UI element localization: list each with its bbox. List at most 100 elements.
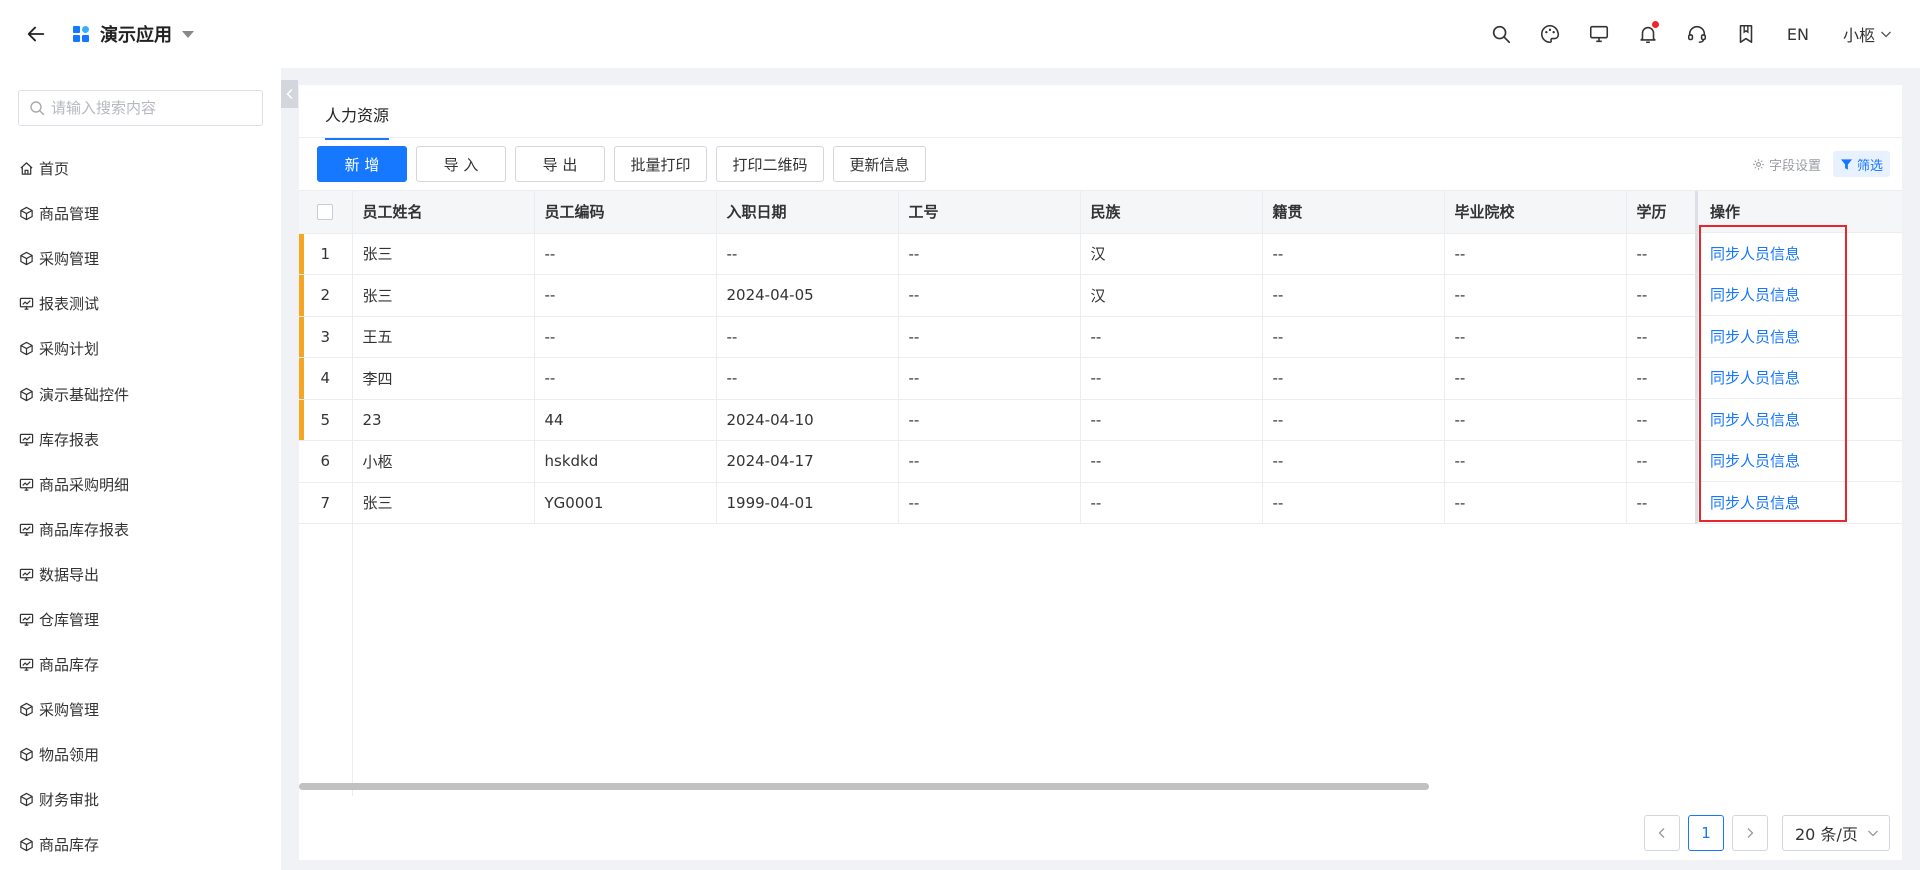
column-header[interactable]: 入职日期	[716, 191, 899, 234]
import-button[interactable]: 导 入	[416, 146, 506, 182]
sidebar-item[interactable]: 数据导出	[18, 552, 268, 597]
search-icon[interactable]	[1489, 22, 1513, 46]
column-header[interactable]: 工号	[898, 191, 1081, 234]
sidebar-search-input[interactable]	[51, 99, 251, 117]
sidebar-item-label: 报表测试	[39, 295, 100, 314]
sidebar-item[interactable]: 商品库存报表	[18, 507, 268, 552]
user-menu[interactable]: 小柩	[1843, 22, 1892, 46]
batch-print-button[interactable]: 批量打印	[614, 146, 707, 182]
column-header[interactable]: 学历	[1626, 191, 1696, 234]
update-info-button[interactable]: 更新信息	[833, 146, 926, 182]
bell-icon[interactable]	[1636, 21, 1660, 46]
row-marker	[299, 358, 304, 399]
select-all-checkbox[interactable]	[317, 204, 334, 221]
sync-person-info-link[interactable]: 同步人员信息	[1710, 409, 1800, 430]
palette-icon[interactable]	[1538, 22, 1562, 46]
table-cell: --	[898, 233, 1081, 275]
column-header[interactable]: 民族	[1080, 191, 1263, 234]
sync-person-info-link[interactable]: 同步人员信息	[1710, 243, 1800, 264]
table-cell: --	[898, 357, 1081, 400]
print-qr-button[interactable]: 打印二维码	[716, 146, 824, 182]
sidebar-item-label: 商品库存	[39, 656, 100, 675]
horizontal-scrollbar[interactable]	[299, 783, 1429, 790]
filter-button[interactable]: 筛选	[1832, 151, 1890, 177]
search-icon	[30, 101, 45, 116]
row-marker	[299, 275, 304, 316]
table-cell: --	[1444, 316, 1627, 358]
sidebar-item[interactable]: 物品领用	[18, 732, 268, 777]
sidebar-item[interactable]: 报表测试	[18, 281, 268, 326]
app-switcher[interactable]: 演示应用	[72, 21, 194, 47]
cube-icon	[18, 386, 34, 402]
sidebar-item[interactable]: 商品库存	[18, 642, 268, 687]
table-cell: --	[1626, 482, 1696, 524]
sidebar-collapse-handle[interactable]	[281, 80, 298, 108]
table-cell: --	[1080, 357, 1263, 400]
next-page-button[interactable]	[1732, 815, 1768, 851]
row-index-cell: 1	[299, 233, 353, 275]
table-cell: --	[1262, 482, 1445, 524]
table-row[interactable]: 5 23 44 2024-04-10 -- -- -- -- --	[299, 399, 1696, 441]
monitor-icon[interactable]	[1587, 22, 1611, 46]
page-size-select[interactable]: 20 条/页	[1782, 815, 1890, 851]
sidebar-item[interactable]: 财务审批	[18, 777, 268, 822]
row-index-cell: 2	[299, 274, 353, 317]
language-switch[interactable]: EN	[1787, 25, 1809, 44]
page-number-button[interactable]: 1	[1688, 815, 1724, 851]
new-button[interactable]: 新 增	[317, 146, 407, 182]
table: 员工姓名 员工编码 入职日期 工号 民族 籍贯 毕业院校 学历 1 张三 -- -- -- 汉 -- -- -…	[299, 191, 1696, 524]
sync-person-info-link[interactable]: 同步人员信息	[1710, 284, 1800, 305]
app-grid-icon	[73, 26, 89, 42]
sync-person-info-link[interactable]: 同步人员信息	[1710, 492, 1800, 513]
chevron-left-icon	[1658, 828, 1665, 838]
table-cell: 张三	[352, 274, 535, 317]
export-button[interactable]: 导 出	[515, 146, 605, 182]
headset-icon[interactable]	[1685, 22, 1709, 46]
table-cell: 1999-04-01	[716, 482, 899, 524]
prev-page-button[interactable]	[1644, 815, 1680, 851]
sidebar-item[interactable]: 采购管理	[18, 236, 268, 281]
bookmark-icon[interactable]	[1734, 22, 1758, 46]
sidebar-item[interactable]: 首页	[18, 146, 268, 191]
back-arrow-icon[interactable]	[24, 22, 48, 46]
field-settings-button[interactable]: 字段设置	[1752, 155, 1821, 174]
sidebar: 首页商品管理采购管理报表测试采购计划演示基础控件库存报表商品采购明细商品库存报表…	[0, 68, 281, 870]
sidebar-item-label: 商品库存报表	[39, 520, 130, 539]
report-icon	[18, 566, 34, 582]
op-cell: 同步人员信息	[1695, 233, 1902, 275]
column-header[interactable]: 毕业院校	[1444, 191, 1627, 234]
sidebar-item[interactable]: 库存报表	[18, 417, 268, 462]
table-cell: YG0001	[534, 482, 717, 524]
top-bar: 演示应用 EN 小柩	[0, 0, 1920, 68]
column-header[interactable]: 员工姓名	[352, 191, 535, 234]
column-header[interactable]: 籍贯	[1262, 191, 1445, 234]
op-cell: 同步人员信息	[1695, 440, 1902, 482]
sidebar-item[interactable]: 商品采购明细	[18, 462, 268, 507]
column-header[interactable]: 员工编码	[534, 191, 717, 234]
sidebar-item[interactable]: 商品库存	[18, 822, 268, 867]
op-cell: 同步人员信息	[1695, 357, 1902, 399]
sidebar-item[interactable]: 商品管理	[18, 191, 268, 236]
tab-hr[interactable]: 人力资源	[325, 102, 390, 140]
op-cell: 同步人员信息	[1695, 399, 1902, 441]
table-cell: --	[1626, 440, 1696, 483]
chevron-down-icon	[1881, 31, 1891, 38]
sync-person-info-link[interactable]: 同步人员信息	[1710, 367, 1800, 388]
sidebar-item[interactable]: 演示基础控件	[18, 371, 268, 416]
table-row[interactable]: 3 王五 -- -- -- -- -- -- --	[299, 316, 1696, 358]
chevron-right-icon	[1747, 828, 1754, 838]
sidebar-item-label: 物品领用	[39, 746, 100, 765]
main-panel: 人力资源 新 增 导 入 导 出 批量打印 打印二维码 更新信息 字段设置 筛选	[299, 85, 1902, 860]
table-row[interactable]: 7 张三 YG0001 1999-04-01 -- -- -- -- --	[299, 482, 1696, 524]
sidebar-item[interactable]: 采购管理	[18, 687, 268, 732]
table-row[interactable]: 2 张三 -- 2024-04-05 -- 汉 -- -- --	[299, 274, 1696, 317]
table-row[interactable]: 6 小柩 hskdkd 2024-04-17 -- -- -- -- --	[299, 440, 1696, 483]
sidebar-item[interactable]: 采购计划	[18, 326, 268, 371]
sync-person-info-link[interactable]: 同步人员信息	[1710, 450, 1800, 471]
sidebar-item[interactable]: 仓库管理	[18, 597, 268, 642]
table-row[interactable]: 4 李四 -- -- -- -- -- -- --	[299, 357, 1696, 400]
table-row[interactable]: 1 张三 -- -- -- 汉 -- -- --	[299, 233, 1696, 275]
cube-icon	[18, 341, 34, 357]
table-cell: 张三	[352, 482, 535, 524]
sync-person-info-link[interactable]: 同步人员信息	[1710, 326, 1800, 347]
